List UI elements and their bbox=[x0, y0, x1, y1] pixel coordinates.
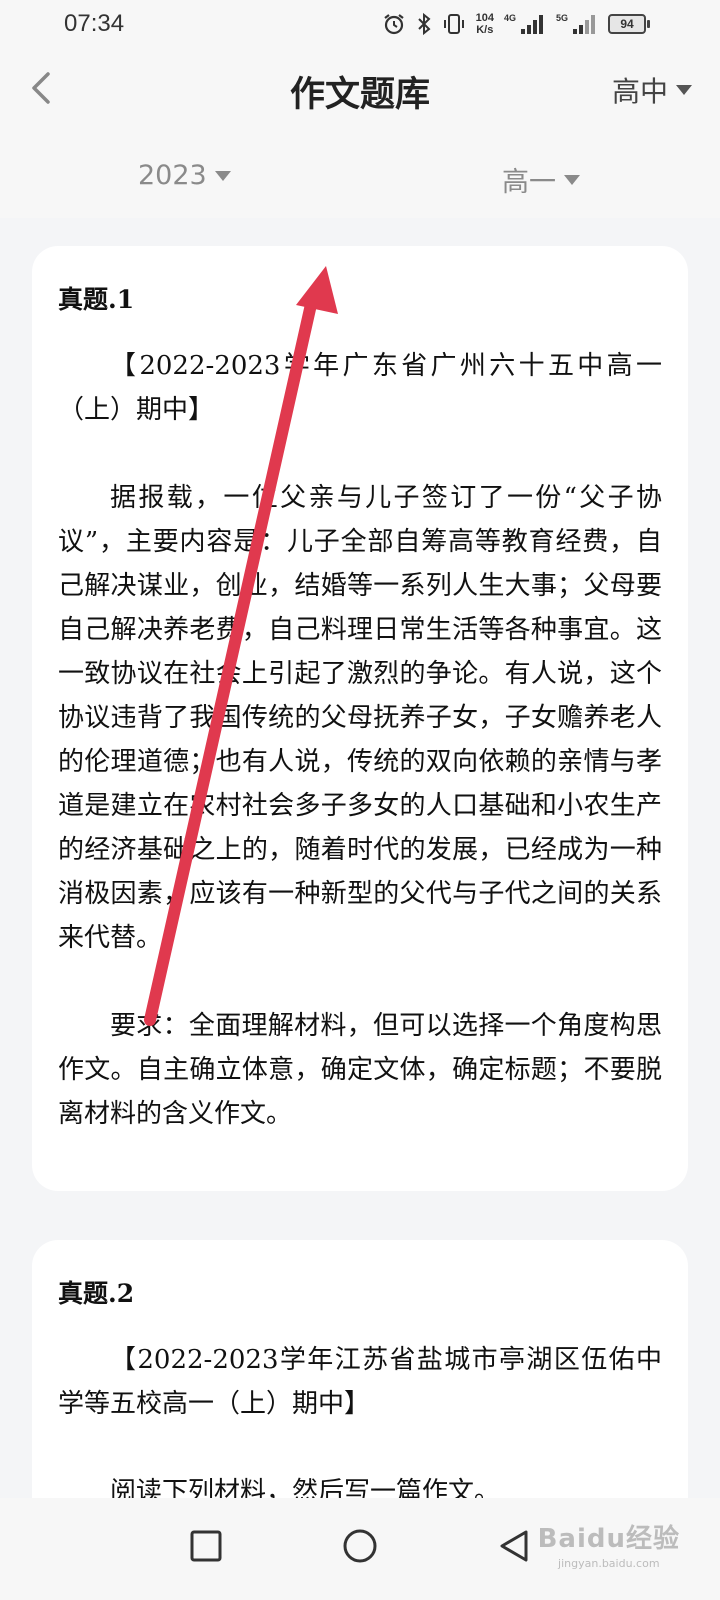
square-icon bbox=[190, 1530, 222, 1562]
question-source: 【2022-2023学年江苏省盐城市亭湖区伍佑中学等五校高一（上）期中】 bbox=[58, 1345, 662, 1419]
watermark-url: jingyan.baidu.com bbox=[558, 1557, 660, 1570]
status-icons: 104 K/s 4G 5G 94 bbox=[382, 8, 650, 40]
filter-row: 2023 高一 bbox=[0, 160, 720, 210]
back-button[interactable] bbox=[20, 66, 64, 110]
home-button[interactable] bbox=[330, 1516, 390, 1576]
question-source: 【2022-2023学年广东省广州六十五中高一（上）期中】 bbox=[58, 351, 662, 425]
year-filter-dropdown[interactable]: 2023 bbox=[138, 160, 231, 191]
system-back-button[interactable] bbox=[484, 1516, 544, 1576]
circle-icon bbox=[343, 1529, 377, 1563]
essay-question-list[interactable]: 真题.1 【2022-2023学年广东省广州六十五中高一（上）期中】 据报载，一… bbox=[0, 218, 720, 1498]
essay-question-card[interactable]: 真题.2 【2022-2023学年江苏省盐城市亭湖区伍佑中学等五校高一（上）期中… bbox=[32, 1240, 688, 1498]
battery-tip bbox=[647, 20, 650, 28]
vibrate-icon bbox=[443, 14, 464, 34]
grade-filter-dropdown[interactable]: 高一 bbox=[502, 160, 580, 199]
dropdown-arrow-icon bbox=[676, 85, 692, 95]
bluetooth-icon bbox=[417, 12, 431, 36]
network-speed: 104 K/s bbox=[476, 12, 494, 36]
battery-level: 94 bbox=[608, 14, 646, 34]
question-title: 真题.1 bbox=[58, 285, 135, 314]
year-filter-label: 2023 bbox=[138, 160, 207, 191]
signal-strength-icon bbox=[520, 15, 543, 34]
recent-apps-button[interactable] bbox=[176, 1516, 236, 1576]
alarm-icon bbox=[383, 14, 404, 35]
chevron-left-icon bbox=[32, 72, 50, 104]
grade-filter-label: 高一 bbox=[502, 167, 556, 198]
sim1-network-tag: 4G bbox=[503, 13, 516, 23]
status-bar: 07:34 104 K/s 4G 5G 94 bbox=[0, 0, 720, 48]
watermark-brand: Baidu经验 bbox=[537, 1524, 680, 1554]
question-requirement: 要求：全面理解材料，但可以选择一个角度构思作文。自主确立体意，确定文体，确定标题… bbox=[58, 1011, 662, 1129]
status-time: 07:34 bbox=[64, 10, 125, 37]
dropdown-arrow-icon bbox=[564, 174, 580, 185]
network-speed-value: 104 bbox=[475, 12, 494, 24]
level-dropdown-label: 高中 bbox=[611, 75, 668, 108]
system-navigation-bar: Baidu经验 jingyan.baidu.com bbox=[0, 1498, 720, 1600]
question-title: 真题.2 bbox=[58, 1279, 135, 1308]
sim2-network-tag: 5G bbox=[555, 13, 568, 23]
question-material: 据报载，一位父亲与儿子签订了一份“父子协议”，主要内容是：儿子全部自筹高等教育经… bbox=[58, 483, 662, 953]
level-dropdown[interactable]: 高中 bbox=[612, 70, 692, 110]
question-material: 阅读下列材料，然后写一篇作文。 bbox=[110, 1477, 501, 1498]
signal-strength-icon bbox=[573, 15, 595, 34]
triangle-back-icon bbox=[500, 1530, 528, 1562]
header: 作文题库 高中 2023 高一 bbox=[0, 48, 720, 218]
baidu-jingyan-watermark: Baidu经验 jingyan.baidu.com bbox=[538, 1518, 680, 1570]
battery-indicator: 94 bbox=[608, 14, 650, 34]
essay-question-card[interactable]: 真题.1 【2022-2023学年广东省广州六十五中高一（上）期中】 据报载，一… bbox=[32, 246, 688, 1191]
dropdown-arrow-icon bbox=[214, 170, 231, 181]
network-speed-unit: K/s bbox=[476, 24, 494, 36]
